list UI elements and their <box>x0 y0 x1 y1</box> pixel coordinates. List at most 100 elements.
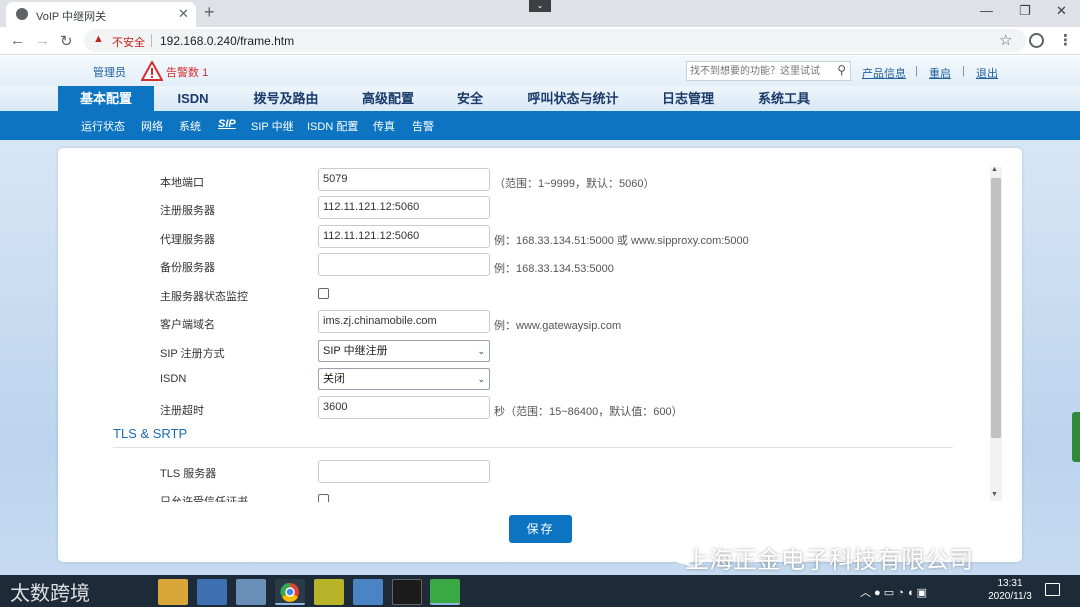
clock-date: 2020/11/3 <box>988 591 1032 602</box>
local-port-label: 本地端口 <box>160 177 204 189</box>
subnav-system[interactable]: 系统 <box>179 118 201 134</box>
tls-server-input[interactable] <box>318 460 490 483</box>
local-port-hint: （范围：1~9999，默认：5060） <box>494 178 655 190</box>
insecure-label[interactable]: 不安全 <box>112 34 145 50</box>
save-button[interactable]: 保存 <box>509 515 572 543</box>
close-window-icon[interactable]: ✕ <box>1056 3 1067 19</box>
clock-time: 13:31 <box>997 578 1023 589</box>
client-domain-hint: 例：www.gatewaysip.com <box>494 320 622 332</box>
nav-advanced-config[interactable]: 高级配置 <box>348 86 428 111</box>
subnav-isdn-config[interactable]: ISDN 配置 <box>307 118 358 134</box>
side-indicator <box>1072 412 1080 462</box>
nav-isdn[interactable]: ISDN <box>160 86 226 111</box>
backup-server-input[interactable] <box>318 253 490 276</box>
main-nav: 基本配置 ISDN 拨号及路由 高级配置 安全 呼叫状态与统计 日志管理 系统工… <box>0 86 1080 111</box>
app-x-icon[interactable] <box>314 579 344 605</box>
reg-mode-label: SIP 注册方式 <box>160 348 225 360</box>
subnav-sip-trunk[interactable]: SIP 中继 <box>251 118 294 134</box>
admin-label: 管理员 <box>93 67 126 79</box>
logout-link[interactable]: 退出 <box>976 65 998 81</box>
proxy-server-hint: 例：168.33.134.51:5000 或 www.sipproxy.com:… <box>494 235 749 247</box>
notepad-icon[interactable] <box>236 579 266 605</box>
back-icon[interactable]: ← <box>10 32 25 49</box>
client-domain-label: 客户端域名 <box>160 319 215 331</box>
file-explorer-icon[interactable] <box>158 579 188 605</box>
scroll-up-icon[interactable]: ▲ <box>991 166 998 173</box>
scroll-down-icon[interactable]: ▼ <box>991 491 998 498</box>
product-info-link[interactable]: 产品信息 <box>862 65 906 81</box>
watermark-logo: 太数跨境 <box>10 581 90 605</box>
link-separator: | <box>962 65 965 77</box>
system-tray[interactable]: ︿ ● ▭ ◔ ◖ ▣ <box>860 584 927 600</box>
local-port-input[interactable]: 5079 <box>318 168 490 191</box>
reg-timeout-hint: 秒（范围：15~86400，默认值：600） <box>494 406 683 418</box>
gateway-header: 管理员 告警数 1 ⚲ 产品信息 | 重启 | 退出 <box>0 56 1080 86</box>
subnav-sip[interactable]: SIP <box>218 118 236 130</box>
store-icon[interactable] <box>197 579 227 605</box>
tls-srtp-heading: TLS & SRTP <box>113 426 188 441</box>
url-text[interactable]: 192.168.0.240/frame.htm <box>160 34 294 48</box>
nav-call-status[interactable]: 呼叫状态与统计 <box>514 86 632 111</box>
nav-security[interactable]: 安全 <box>446 86 494 111</box>
alarm-count[interactable]: 告警数 1 <box>166 64 208 80</box>
notification-icon[interactable] <box>1045 583 1060 596</box>
section-divider <box>113 447 953 448</box>
subnav-fax[interactable]: 传真 <box>373 118 395 134</box>
terminal-icon[interactable] <box>392 579 422 605</box>
taskbar-clock[interactable]: 13:31 2020/11/3 <box>982 577 1038 603</box>
trusted-cert-checkbox[interactable] <box>318 494 329 502</box>
chevron-down-icon: ⌄ <box>477 346 485 356</box>
nav-log-management[interactable]: 日志管理 <box>648 86 728 111</box>
reg-server-input[interactable]: 112.11.121.12:5060 <box>318 196 490 219</box>
isdn-label: ISDN <box>160 373 187 385</box>
globe-icon <box>16 8 28 20</box>
client-domain-input[interactable]: ims.zj.chinamobile.com <box>318 310 490 333</box>
proxy-server-input[interactable]: 112.11.121.12:5060 <box>318 225 490 248</box>
company-watermark: 上海正金电子科技有限公司 <box>685 546 973 574</box>
backup-server-label: 备份服务器 <box>160 262 215 274</box>
subnav-run-status[interactable]: 运行状态 <box>81 118 125 134</box>
feature-search[interactable]: ⚲ <box>686 61 851 81</box>
nav-system-tools[interactable]: 系统工具 <box>744 86 824 111</box>
forward-icon[interactable]: → <box>35 32 50 49</box>
sub-nav: 运行状态 网络 系统 SIP SIP 中继 ISDN 配置 传真 告警 <box>0 111 1080 140</box>
server-monitor-checkbox[interactable] <box>318 288 329 299</box>
subnav-alarm[interactable]: 告警 <box>412 118 434 134</box>
feature-search-input[interactable] <box>690 64 830 79</box>
form-scrollbar-thumb[interactable] <box>991 178 1001 438</box>
new-tab-icon[interactable]: + <box>204 2 215 23</box>
menu-icon[interactable]: ⋮ <box>1058 31 1073 49</box>
close-tab-icon[interactable]: ✕ <box>178 6 189 22</box>
reg-mode-select[interactable]: SIP 中继注册 ⌄ <box>318 340 490 362</box>
alarm-icon[interactable] <box>141 61 163 81</box>
chevron-down-icon: ⌄ <box>477 374 485 384</box>
profile-icon[interactable] <box>1029 33 1044 48</box>
proxy-server-label: 代理服务器 <box>160 234 215 246</box>
chrome-icon[interactable] <box>275 579 305 605</box>
remote-desktop-icon[interactable] <box>353 579 383 605</box>
isdn-select[interactable]: 关闭 ⌄ <box>318 368 490 390</box>
reload-icon[interactable]: ↻ <box>60 32 73 50</box>
subnav-network[interactable]: 网络 <box>141 118 163 134</box>
nav-dial-routing[interactable]: 拨号及路由 <box>240 86 332 111</box>
nav-basic-config[interactable]: 基本配置 <box>58 86 154 111</box>
chevron-down-icon[interactable]: ⌄ <box>529 0 551 12</box>
maximize-icon[interactable]: ❐ <box>1019 3 1031 19</box>
tab-title: VoIP 中继网关 <box>36 11 107 23</box>
search-icon[interactable]: ⚲ <box>837 63 846 77</box>
trusted-cert-label: 只允许受信任证书 <box>160 496 248 502</box>
reg-server-label: 注册服务器 <box>160 205 215 217</box>
isdn-value: 关闭 <box>323 373 345 385</box>
trusted-cert-row: 只允许受信任证书 <box>150 492 380 502</box>
reg-timeout-input[interactable]: 3600 <box>318 396 490 419</box>
omnibox[interactable]: ▲ 不安全 192.168.0.240/frame.htm <box>84 29 1026 52</box>
omnibox-divider <box>151 34 152 47</box>
reboot-link[interactable]: 重启 <box>929 65 951 81</box>
bookmark-star-icon[interactable]: ☆ <box>999 31 1012 49</box>
reg-timeout-label: 注册超时 <box>160 405 204 417</box>
minimize-icon[interactable]: — <box>980 3 993 18</box>
wechat-icon[interactable] <box>430 579 460 605</box>
warning-icon[interactable]: ▲ <box>93 33 104 45</box>
browser-tab[interactable]: VoIP 中继网关 ✕ <box>6 2 196 27</box>
address-bar-row: ← → ↻ ▲ 不安全 192.168.0.240/frame.htm <box>0 27 1080 55</box>
